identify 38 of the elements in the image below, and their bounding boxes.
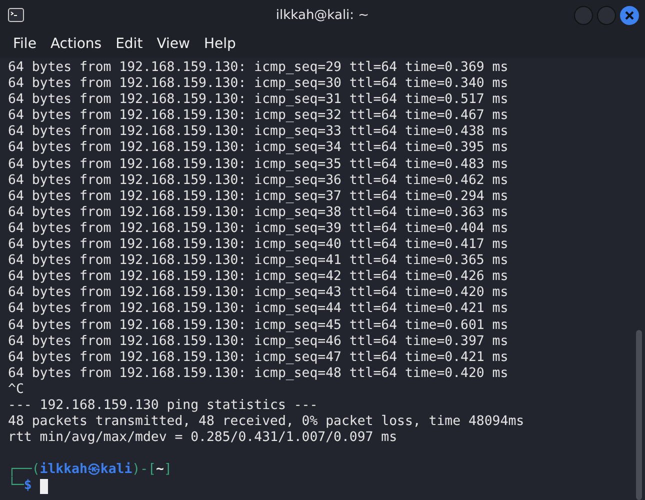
minimize-button[interactable]: [574, 6, 593, 24]
close-icon: [625, 10, 634, 20]
terminal-line: 64 bytes from 192.168.159.130: icmp_seq=42 ttl=64 time=0.426 ms: [8, 269, 508, 286]
menu-item[interactable]: Actions: [43, 34, 109, 54]
terminal-line: 64 bytes from 192.168.159.130: icmp_seq=34 ttl=64 time=0.395 ms: [8, 140, 508, 157]
terminal-line: 64 bytes from 192.168.159.130: icmp_seq=43 ttl=64 time=0.420 ms: [8, 285, 508, 302]
terminal-line: 64 bytes from 192.168.159.130: icmp_seq=32 ttl=64 time=0.467 ms: [8, 108, 508, 124]
terminal-line: 64 bytes from 192.168.159.130: icmp_seq=35 ttl=64 time=0.483 ms: [8, 156, 508, 173]
menu-item[interactable]: Help: [196, 34, 243, 54]
terminal-line: 64 bytes from 192.168.159.130: icmp_seq=41 ttl=64 time=0.365 ms: [8, 253, 508, 270]
terminal-line: 64 bytes from 192.168.159.130: icmp_seq=31 ttl=64 time=0.517 ms: [8, 92, 508, 108]
terminal-line: 64 bytes from 192.168.159.130: icmp_seq=37 ttl=64 time=0.294 ms: [8, 188, 508, 205]
window-title: ilkkah@kali: ~: [276, 8, 370, 22]
terminal-line: 64 bytes from 192.168.159.130: icmp_seq=36 ttl=64 time=0.462 ms: [8, 172, 508, 189]
prompt-line: ┌──(ilkkah㉿kali)-[~]: [8, 462, 172, 478]
terminal-icon: [8, 8, 24, 22]
menu-item[interactable]: View: [150, 34, 197, 54]
terminal-line: rtt min/avg/max/mdev = 0.285/0.431/1.007/0.097 ms: [8, 430, 398, 446]
terminal-line: 64 bytes from 192.168.159.130: icmp_seq=33 ttl=64 time=0.438 ms: [8, 124, 508, 140]
terminal-line: --- 192.168.159.130 ping statistics ---: [8, 398, 318, 414]
terminal-line: 64 bytes from 192.168.159.130: icmp_seq=39 ttl=64 time=0.404 ms: [8, 220, 508, 238]
terminal-line: 64 bytes from 192.168.159.130: icmp_seq=47 ttl=64 time=0.421 ms: [8, 350, 508, 366]
terminal-line: 64 bytes from 192.168.159.130: icmp_seq=48 ttl=64 time=0.420 ms: [8, 366, 508, 382]
terminal-line: 64 bytes from 192.168.159.130: icmp_seq=45 ttl=64 time=0.601 ms: [8, 318, 508, 334]
prompt-line: └─$: [8, 478, 32, 495]
terminal-line: 64 bytes from 192.168.159.130: icmp_seq=40 ttl=64 time=0.417 ms: [8, 237, 508, 254]
terminal-line: 64 bytes from 192.168.159.130: icmp_seq=44 ttl=64 time=0.421 ms: [8, 301, 508, 318]
menu-item[interactable]: Edit: [108, 34, 150, 54]
scrollbar-thumb[interactable]: [636, 330, 642, 500]
menu-item[interactable]: File: [6, 34, 44, 54]
terminal-line: 64 bytes from 192.168.159.130: icmp_seq=30 ttl=64 time=0.340 ms: [8, 76, 508, 92]
terminal-line: 64 bytes from 192.168.159.130: icmp_seq=38 ttl=64 time=0.363 ms: [8, 204, 508, 221]
text-cursor: [40, 478, 48, 494]
terminal-line: 64 bytes from 192.168.159.130: icmp_seq=29 ttl=64 time=0.369 ms: [8, 60, 508, 76]
terminal-line: 48 packets transmitted, 48 received, 0% packet loss, time 48094ms: [8, 414, 524, 430]
terminal-line: 64 bytes from 192.168.159.130: icmp_seq=46 ttl=64 time=0.397 ms: [8, 334, 508, 350]
terminal-line: ^C: [8, 382, 24, 398]
close-button[interactable]: [620, 6, 639, 24]
